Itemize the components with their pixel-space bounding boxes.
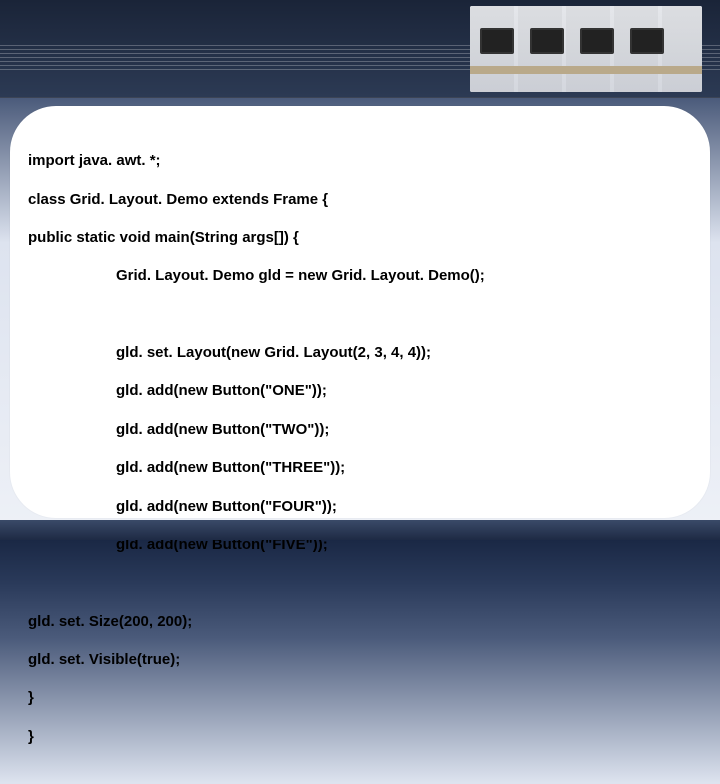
code-line: gld. add(new Button("ONE"));	[28, 381, 692, 400]
content-card: import java. awt. *; class Grid. Layout.…	[10, 106, 710, 518]
code-line: }	[28, 727, 692, 746]
code-line: class Grid. Layout. Demo extends Frame {	[28, 190, 692, 209]
code-line: gld. add(new Button("FOUR"));	[28, 497, 692, 516]
code-line: gld. set. Visible(true);	[28, 650, 692, 669]
code-line: gld. add(new Button("THREE"));	[28, 458, 692, 477]
code-line: gld. add(new Button("TWO"));	[28, 420, 692, 439]
monitor-icon	[480, 28, 514, 54]
monitor-icon	[630, 28, 664, 54]
code-line: gld. set. Size(200, 200);	[28, 612, 692, 631]
code-line: Grid. Layout. Demo gld = new Grid. Layou…	[28, 266, 692, 285]
code-block: import java. awt. *; class Grid. Layout.…	[28, 132, 692, 784]
monitor-icon	[580, 28, 614, 54]
code-line: public static void main(String args[]) {	[28, 228, 692, 247]
desk-surface	[470, 66, 702, 74]
code-line: }	[28, 688, 692, 707]
blank-line	[28, 573, 692, 592]
blank-line	[28, 305, 692, 324]
header-photo-computers	[470, 6, 702, 92]
code-line: gld. set. Layout(new Grid. Layout(2, 3, …	[28, 343, 692, 362]
slide-footer	[0, 520, 720, 540]
monitor-icon	[530, 28, 564, 54]
code-line: import java. awt. *;	[28, 151, 692, 170]
slide-header	[0, 0, 720, 98]
